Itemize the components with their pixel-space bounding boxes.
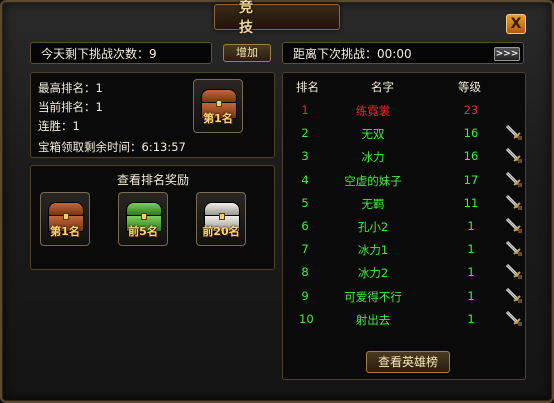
window-title: 竞 技 <box>239 0 277 36</box>
reward-chest-1st[interactable]: 第1名 <box>40 192 90 246</box>
name-cell: 射出去 <box>355 312 391 327</box>
table-row: 7 冰力1 1 <box>287 239 527 258</box>
table-row: 4 空虚的妹子 17 <box>287 170 527 189</box>
table-row: 8 冰力2 1 <box>287 262 527 281</box>
window-title-plate: 竞 技 <box>214 0 340 36</box>
add-challenges-button[interactable]: 增加 <box>223 44 271 62</box>
next-challenge-text: 距离下次挑战：00:00 <box>293 46 412 61</box>
level-cell: 16 <box>463 149 479 164</box>
rank-cell: 8 <box>301 265 309 280</box>
level-cell: 1 <box>467 242 475 257</box>
name-cell: 空虚的妹子 <box>344 173 402 188</box>
name-cell: 无双 <box>361 127 385 142</box>
reward-chest-top20[interactable]: 前20名 <box>196 192 246 246</box>
name-cell: 冰力 <box>361 150 385 165</box>
rank-cell: 7 <box>301 242 309 257</box>
reward-label: 前5名 <box>128 225 158 238</box>
name-cell: 冰力2 <box>357 266 389 281</box>
sword-icon[interactable] <box>503 286 523 304</box>
level-cell: 1 <box>467 288 475 303</box>
sword-icon[interactable] <box>503 262 523 280</box>
rank-cell: 2 <box>301 126 309 141</box>
sword-icon[interactable] <box>503 216 523 234</box>
name-cell: 冰力1 <box>357 243 389 258</box>
level-cell: 1 <box>467 311 475 326</box>
sword-icon[interactable] <box>503 146 523 164</box>
challenges-left-bar: 今天剩下挑战次数：9 <box>30 42 212 64</box>
best-rank: 最高排名：1 <box>38 81 103 95</box>
rank-cell: 10 <box>299 311 314 326</box>
level-cell: 1 <box>467 219 475 233</box>
rewards-title: 查看排名奖励 <box>116 173 189 187</box>
table-row: 9 可爱得不行 1 <box>287 286 527 305</box>
level-cell: 23 <box>463 103 479 117</box>
chest-timer: 宝箱领取剩余时间：6:13:57 <box>38 140 186 154</box>
sword-icon[interactable] <box>503 170 523 188</box>
rank-cell: 9 <box>301 288 309 303</box>
header-rank: 排名 <box>296 80 319 94</box>
table-row: 6 孔小2 1 <box>287 216 527 235</box>
name-cell: 练霓裳 <box>355 104 391 118</box>
rank-cell: 4 <box>301 172 309 187</box>
reward-chest-top5[interactable]: 前5名 <box>118 192 168 246</box>
reward-label: 前20名 <box>202 225 240 238</box>
name-cell: 孔小2 <box>357 220 389 234</box>
level-cell: 1 <box>467 265 475 280</box>
header-name: 名字 <box>371 80 394 94</box>
next-challenge-bar: 距离下次挑战：00:00 <box>282 42 524 64</box>
current-rank: 当前排名：1 <box>38 100 103 114</box>
name-cell: 无羁 <box>361 196 385 211</box>
table-row: 1 练霓裳 23 <box>287 100 527 119</box>
name-cell: 可爱得不行 <box>344 289 402 304</box>
table-row: 2 无双 16 <box>287 123 527 142</box>
reward-label: 第1名 <box>50 225 80 238</box>
rank-cell: 3 <box>301 149 309 164</box>
win-streak: 连胜：1 <box>38 119 80 133</box>
view-heroes-button[interactable]: 查看英雄榜 <box>366 351 450 373</box>
table-row: 10 射出去 1 <box>287 309 527 328</box>
rank-cell: 1 <box>301 103 309 117</box>
rank-chest-label: 第1名 <box>203 112 233 125</box>
table-row: 5 无羁 11 <box>287 193 527 212</box>
header-level: 等级 <box>458 80 481 94</box>
table-row: 3 冰力 16 <box>287 146 527 165</box>
level-cell: 16 <box>463 126 479 141</box>
sword-icon[interactable] <box>503 309 523 327</box>
level-cell: 11 <box>463 195 479 210</box>
rank-cell: 5 <box>301 195 309 210</box>
rank-cell: 6 <box>301 219 309 233</box>
level-cell: 17 <box>463 172 479 187</box>
skip-cooldown-button[interactable]: >>> <box>494 47 520 61</box>
rank-chest-button[interactable]: 第1名 <box>193 79 243 133</box>
sword-icon[interactable] <box>503 239 523 257</box>
sword-icon[interactable] <box>503 123 523 141</box>
sword-icon[interactable] <box>503 193 523 211</box>
challenges-left-text: 今天剩下挑战次数：9 <box>41 46 157 61</box>
close-button[interactable]: X <box>506 14 526 34</box>
